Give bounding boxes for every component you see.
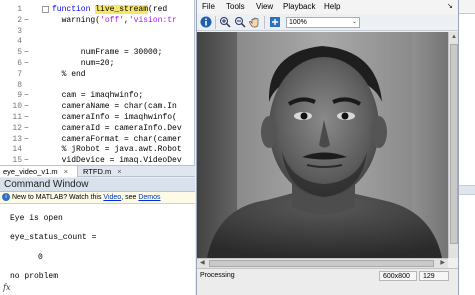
command-window-output[interactable]: Eye is open eye_status_count = 0 no prob… xyxy=(0,204,195,295)
code-token: num=20; xyxy=(52,59,115,68)
zoom-out-icon[interactable] xyxy=(234,16,246,28)
code-text: vidDevice = imaq.VideoDev xyxy=(52,155,182,165)
demos-link[interactable]: Demos xyxy=(138,194,160,201)
dock-arrow-icon[interactable]: ↘ xyxy=(447,0,453,14)
tab-eye-video[interactable]: eye_video_v1.m × xyxy=(0,166,78,177)
status-frame-number: 129 xyxy=(419,271,449,281)
editor-tabs: eye_video_v1.m × RTFD.m × xyxy=(0,165,195,177)
output-line: Eye is open xyxy=(10,214,63,223)
chevron-down-icon: ⌄ xyxy=(351,19,357,25)
menu-tools[interactable]: Tools xyxy=(226,0,245,14)
code-token: % end xyxy=(52,69,86,79)
pan-hand-icon[interactable] xyxy=(249,16,261,28)
line-number: 15 xyxy=(12,156,22,165)
webcam-face-image xyxy=(197,32,448,258)
player-toolbar: 100% ⌄ xyxy=(197,14,459,31)
video-frame xyxy=(197,32,448,258)
menu-help[interactable]: Help xyxy=(324,0,340,14)
status-processing: Processing xyxy=(200,272,235,279)
scroll-thumb[interactable] xyxy=(450,44,458,244)
video-player-window: File Tools View Playback Help ↘ 100% ⌄ ▲… xyxy=(196,0,459,295)
video-link[interactable]: Video xyxy=(103,194,121,201)
tab-label: RTFD.m xyxy=(83,167,112,176)
code-token: cam = imaqhwinfo; xyxy=(52,91,144,101)
command-window-title: Command Window xyxy=(0,178,195,192)
code-line[interactable]: 15− vidDevice = imaq.VideoDev xyxy=(0,155,194,165)
menu-file[interactable]: File xyxy=(202,0,215,14)
menu-bar: File Tools View Playback Help ↘ xyxy=(197,0,459,14)
close-icon[interactable]: × xyxy=(64,167,68,176)
code-token: (red xyxy=(148,5,168,14)
code-token: cameraInfo = imaqhwinfo( xyxy=(52,113,177,122)
tab-label: eye_video_v1.m xyxy=(3,167,58,176)
fx-prompt-icon: fx xyxy=(3,283,11,292)
code-token: live_stream xyxy=(95,5,149,14)
fit-to-window-icon[interactable] xyxy=(269,16,281,28)
status-frame-size: 600x800 xyxy=(379,271,417,281)
menu-playback[interactable]: Playback xyxy=(283,0,315,14)
zoom-value: 100% xyxy=(289,19,307,26)
scroll-right-icon[interactable]: ▶ xyxy=(440,259,445,266)
zoom-in-icon[interactable] xyxy=(219,16,231,28)
fold-toggle-icon[interactable] xyxy=(42,6,49,13)
output-line: 0 xyxy=(38,253,43,262)
output-line: no problem xyxy=(10,272,59,281)
breakpoint-marker[interactable]: − xyxy=(24,155,29,165)
code-token: 'vision:tr xyxy=(128,15,177,25)
menu-view[interactable]: View xyxy=(256,0,273,14)
tab-rtfd[interactable]: RTFD.m × xyxy=(80,166,138,177)
code-token: cameraId = cameraInfo.Dev xyxy=(52,123,182,133)
scroll-up-icon[interactable]: ▲ xyxy=(451,34,457,40)
status-bar: Processing 600x800 129 xyxy=(197,268,459,295)
info-icon[interactable] xyxy=(200,16,212,28)
code-token: cameraFormat = char(camer xyxy=(52,134,182,144)
code-token: % jRobot = java.awt.Robot xyxy=(52,145,182,155)
horizontal-scrollbar[interactable]: ◀ ▶ xyxy=(197,258,448,268)
code-token: 'off' xyxy=(100,15,125,25)
workspace-panel-edge xyxy=(458,0,475,295)
code-token: function xyxy=(52,5,96,14)
close-icon[interactable]: × xyxy=(117,167,121,176)
output-line: eye_status_count = xyxy=(10,233,97,242)
getting-started-notice: i New to MATLAB? Watch this Video, see De… xyxy=(0,192,195,204)
scroll-thumb[interactable] xyxy=(209,260,434,267)
code-token: vidDevice = imaq.VideoDev xyxy=(52,156,182,165)
info-icon: i xyxy=(2,193,10,202)
notice-text: New to MATLAB? Watch this xyxy=(12,194,104,201)
scroll-left-icon[interactable]: ◀ xyxy=(200,259,205,266)
zoom-level-dropdown[interactable]: 100% ⌄ xyxy=(286,17,360,28)
code-token: numFrame = 30000; xyxy=(52,48,163,58)
notice-text: , see xyxy=(121,194,139,201)
code-token: warning( xyxy=(52,15,101,25)
code-editor[interactable]: 1 function live_stream(red 2− warning('off… xyxy=(0,0,195,165)
code-token: cameraName = char(cam.In xyxy=(52,102,177,112)
